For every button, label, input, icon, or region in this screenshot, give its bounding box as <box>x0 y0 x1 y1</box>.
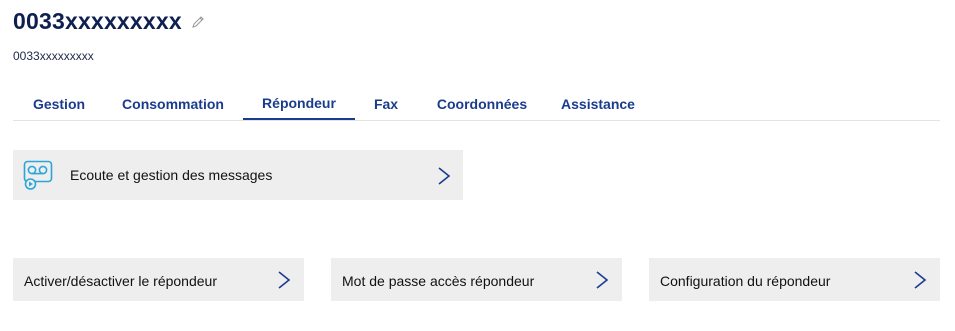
voicemail-icon <box>23 160 53 190</box>
tab-gestion[interactable]: Gestion <box>13 88 105 119</box>
tab-coordonnees[interactable]: Coordonnées <box>419 88 545 119</box>
page-title: 0033xxxxxxxxx <box>13 8 182 34</box>
chevron-right-icon <box>914 271 927 289</box>
tab-fax[interactable]: Fax <box>358 88 414 119</box>
tab-repondeur[interactable]: Répondeur <box>243 88 355 120</box>
tab-bar: Gestion Consommation Répondeur Fax Coord… <box>13 88 940 121</box>
chevron-right-icon <box>278 271 291 289</box>
voicemail-password-label: Mot de passe accès répondeur <box>342 273 535 289</box>
voicemail-config-card[interactable]: Configuration du répondeur <box>649 258 940 301</box>
tab-assistance[interactable]: Assistance <box>548 88 648 119</box>
voicemail-password-card[interactable]: Mot de passe accès répondeur <box>331 258 622 301</box>
activate-voicemail-card[interactable]: Activer/désactiver le répondeur <box>13 258 304 301</box>
messages-card-label: Ecoute et gestion des messages <box>70 167 273 183</box>
messages-card[interactable]: Ecoute et gestion des messages <box>13 150 463 200</box>
chevron-right-icon <box>596 271 609 289</box>
voicemail-config-label: Configuration du répondeur <box>660 273 831 289</box>
page-header: 0033xxxxxxxxx <box>13 8 206 35</box>
pencil-icon[interactable] <box>190 14 206 30</box>
page-subtitle: 0033xxxxxxxxx <box>13 49 94 63</box>
tab-consommation[interactable]: Consommation <box>105 88 241 119</box>
activate-voicemail-label: Activer/désactiver le répondeur <box>24 273 217 289</box>
chevron-right-icon <box>438 167 451 185</box>
